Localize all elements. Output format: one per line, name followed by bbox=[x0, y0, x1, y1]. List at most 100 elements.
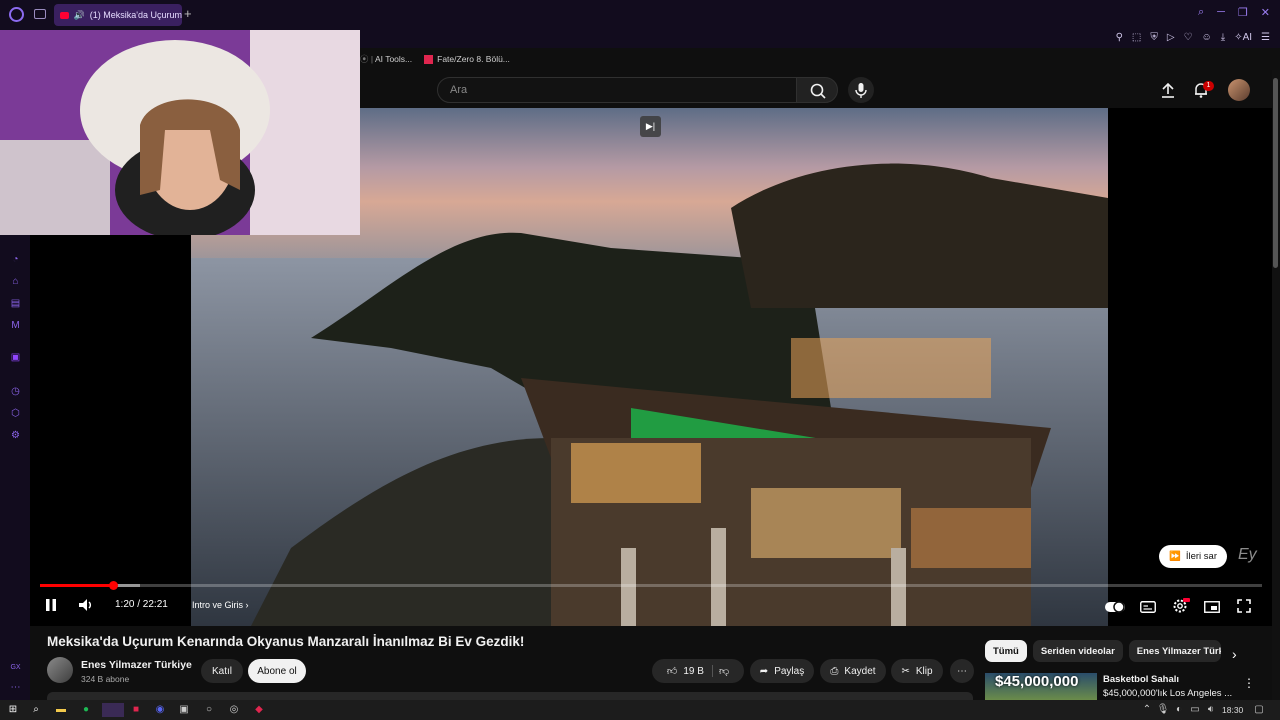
clip-label: Klip bbox=[915, 665, 933, 677]
pause-icon bbox=[46, 599, 56, 611]
thumbs-down-icon[interactable]: 👎︎ bbox=[719, 665, 729, 677]
opera-gx-logo-icon[interactable] bbox=[9, 7, 24, 22]
close-icon[interactable]: ✕ bbox=[1261, 6, 1270, 19]
new-tab-icon[interactable]: + bbox=[184, 6, 192, 21]
subscriber-count: 324 B abone bbox=[81, 674, 130, 684]
bookmark-label: Fate/Zero 8. Bölü... bbox=[437, 53, 510, 64]
more-vertical-icon[interactable]: ⋮ bbox=[1243, 676, 1255, 690]
volume-button[interactable] bbox=[78, 598, 94, 615]
tray-network-icon[interactable]: ▭ bbox=[1188, 703, 1202, 717]
account-avatar[interactable] bbox=[1228, 79, 1250, 101]
sidebar-extensions-icon[interactable]: ⬡ bbox=[10, 408, 21, 419]
notification-center-icon[interactable]: ▢ bbox=[1252, 703, 1266, 717]
skip-label: İleri sar bbox=[1185, 551, 1217, 562]
sidebar-news-icon[interactable]: ▤ bbox=[10, 298, 21, 309]
file-explorer-icon[interactable]: ▬ bbox=[54, 703, 68, 717]
app-circle-icon[interactable]: ○ bbox=[202, 703, 216, 717]
sidebar-settings-icon[interactable]: ⚙ bbox=[10, 430, 21, 441]
channel-avatar[interactable] bbox=[47, 657, 73, 683]
description-box[interactable] bbox=[47, 692, 973, 700]
tab-switcher-icon[interactable] bbox=[34, 9, 46, 19]
more-actions-button[interactable]: ⋯ bbox=[950, 659, 974, 683]
search-input[interactable]: Ara bbox=[437, 77, 797, 103]
app-terminal-icon[interactable]: ▣ bbox=[177, 703, 191, 717]
clip-button[interactable]: ✂ Klip bbox=[891, 659, 943, 683]
taskbar-clock[interactable]: 18:30 bbox=[1222, 705, 1243, 715]
recommendation-title-line2[interactable]: $45,000,000'lık Los Angeles ... bbox=[1103, 688, 1232, 699]
download-icon[interactable]: ⤓ bbox=[1221, 32, 1225, 43]
chapter-button[interactable]: Intro ve Giris › bbox=[192, 600, 249, 610]
app-red-icon[interactable]: ■ bbox=[129, 703, 143, 717]
share-icon: ➦ bbox=[759, 665, 769, 677]
taskbar-search-icon[interactable]: ⌕ bbox=[29, 703, 43, 717]
play-icon[interactable]: ▷ bbox=[1167, 32, 1175, 43]
tab-youtube-video[interactable]: 🔊 (1) Meksika'da Uçurum bbox=[54, 4, 182, 26]
tray-volume-icon[interactable]: 🔉︎ bbox=[1204, 703, 1218, 717]
windows-start-icon[interactable]: ⊞ bbox=[6, 703, 20, 717]
recommendation-title[interactable]: Basketbol Sahalı bbox=[1103, 674, 1179, 685]
sidebar-messenger-icon[interactable]: M bbox=[10, 320, 21, 331]
progress-scrubber-handle[interactable] bbox=[109, 581, 118, 590]
pause-button[interactable] bbox=[45, 598, 57, 615]
join-button[interactable]: Katıl bbox=[201, 659, 243, 683]
bookmark-ai-tools[interactable]: ⦿ | AI Tools... bbox=[360, 53, 412, 65]
chip-series[interactable]: Seriden videolar bbox=[1032, 640, 1123, 662]
like-button[interactable]: 👍︎ 19 B bbox=[667, 665, 713, 677]
sidebar-history-icon[interactable]: ◷ bbox=[10, 386, 21, 397]
pin-icon[interactable]: ⚲ bbox=[1116, 32, 1123, 43]
progress-bar-track[interactable] bbox=[40, 584, 1262, 587]
save-button[interactable]: ⎙ Kaydet bbox=[820, 659, 886, 683]
fullscreen-button[interactable] bbox=[1237, 599, 1251, 618]
heart-icon[interactable]: ♡ bbox=[1184, 32, 1193, 43]
tray-mic-icon[interactable]: 🎙︎ bbox=[1156, 703, 1170, 717]
bookmark-label: AI Tools... bbox=[374, 54, 413, 64]
discord-icon[interactable]: ◉ bbox=[153, 703, 167, 717]
bookmark-fate-zero[interactable]: Fate/Zero 8. Bölü... bbox=[424, 53, 510, 65]
settings-gear-icon bbox=[1173, 598, 1190, 613]
sidebar-gx-icon[interactable]: GX bbox=[10, 662, 21, 673]
search-tabs-icon[interactable]: ⌕ bbox=[1198, 6, 1204, 19]
subtitles-button[interactable] bbox=[1140, 600, 1156, 618]
webcam-overlay bbox=[0, 30, 360, 235]
shield-icon[interactable]: ⛨ bbox=[1150, 32, 1158, 43]
tray-chevron-icon[interactable]: ⌃ bbox=[1140, 703, 1154, 717]
sidebar-shop-icon[interactable]: ⌂ bbox=[10, 276, 21, 287]
channel-watermark[interactable]: Ey bbox=[1238, 546, 1257, 564]
app-location-icon[interactable]: ◎ bbox=[227, 703, 241, 717]
autoplay-toggle[interactable] bbox=[1105, 600, 1125, 618]
skip-forward-button[interactable]: ⏩ İleri sar bbox=[1159, 545, 1227, 568]
voice-search-button[interactable] bbox=[848, 77, 874, 103]
restore-icon[interactable]: ❐ bbox=[1238, 6, 1248, 19]
menu-icon[interactable]: ☰ bbox=[1261, 32, 1270, 43]
settings-button[interactable] bbox=[1172, 598, 1190, 619]
tray-app-icon[interactable]: ◐ bbox=[1172, 703, 1186, 717]
share-button[interactable]: ➦ Paylaş bbox=[750, 659, 814, 683]
search-button[interactable] bbox=[796, 77, 838, 103]
chevron-right-icon[interactable]: › bbox=[1232, 646, 1237, 662]
scrollbar-thumb[interactable] bbox=[1273, 78, 1278, 268]
subtitles-icon bbox=[1140, 601, 1156, 613]
autoplay-toggle-icon bbox=[1105, 601, 1125, 613]
next-chapter-icon[interactable]: ▶| bbox=[640, 116, 661, 137]
save-label: Kaydet bbox=[844, 665, 876, 677]
spotify-icon[interactable]: ● bbox=[79, 703, 93, 717]
ai-button[interactable]: ✧AI bbox=[1234, 32, 1252, 43]
subscribe-button[interactable]: Abone ol bbox=[248, 659, 306, 683]
snapshot-icon[interactable]: ⬚ bbox=[1132, 32, 1141, 43]
opera-gx-taskbar-icon[interactable] bbox=[102, 703, 124, 717]
thumbs-up-icon: 👍︎ bbox=[666, 666, 678, 677]
chip-channel[interactable]: Enes Yilmazer Türkiye bbox=[1128, 640, 1221, 662]
sidebar-twitch-icon[interactable]: ▣ bbox=[10, 352, 21, 363]
sidebar-more-icon[interactable]: ⋯ bbox=[10, 682, 21, 693]
profile-icon[interactable]: ☺ bbox=[1202, 32, 1212, 43]
sidebar-speed-dial-icon[interactable]: ◔ bbox=[10, 254, 21, 265]
channel-name[interactable]: Enes Yilmazer Türkiye bbox=[81, 659, 192, 671]
minimize-icon[interactable]: ─ bbox=[1217, 6, 1225, 19]
streamer-webcam-image bbox=[0, 30, 360, 235]
upload-icon[interactable] bbox=[1161, 82, 1175, 101]
chip-all[interactable]: Tümü bbox=[985, 640, 1027, 662]
browser-tab-bar bbox=[0, 0, 1280, 30]
toolbar-icons: ⚲ ⬚ ⛨ ▷ ♡ ☺ ⤓ ✧AI ☰ bbox=[1116, 30, 1270, 44]
miniplayer-button[interactable] bbox=[1204, 600, 1220, 618]
app-vivaldi-icon[interactable]: ◆ bbox=[252, 703, 266, 717]
